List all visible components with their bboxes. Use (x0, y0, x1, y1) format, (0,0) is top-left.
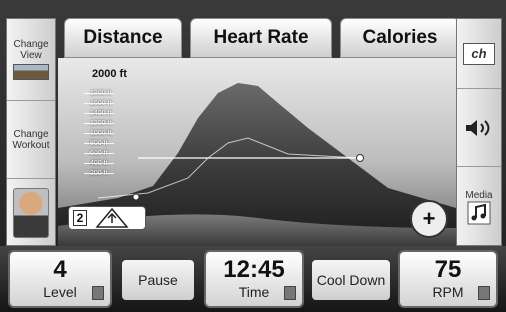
media-button[interactable]: Media (457, 167, 501, 247)
change-workout-button[interactable]: Change Workout (7, 101, 55, 179)
elevation-tick: 1200 ft (84, 118, 114, 128)
terrain-view: 2000 ft 1800 ft 1600 ft 1400 ft 1200 ft … (58, 58, 456, 246)
tab-distance[interactable]: Distance (64, 18, 182, 58)
media-label: Media (465, 189, 493, 201)
elevation-tick: 1800 ft (84, 88, 114, 98)
change-view-button[interactable]: Change View (7, 19, 55, 101)
keypad-icon (284, 286, 296, 300)
console-frame: Distance Heart Rate Calories Change View… (0, 0, 506, 312)
elevation-tick: 200 ft (84, 168, 114, 178)
zoom-in-icon: + (422, 206, 436, 231)
volume-button[interactable] (457, 89, 501, 167)
level-value: 4 (53, 256, 67, 283)
elevation-tick: 1000 ft (84, 128, 114, 138)
user-avatar-button[interactable] (7, 179, 55, 247)
elevation-tick: 1600 ft (84, 98, 114, 108)
cool-down-button[interactable]: Cool Down (312, 260, 390, 300)
zoom-in-button[interactable]: + (410, 200, 448, 238)
elevation-tick: 1400 ft (84, 108, 114, 118)
avatar (13, 188, 49, 238)
elevation-max-label: 2000 ft (92, 68, 127, 80)
elevation-tick: 800 ft (84, 138, 114, 148)
workout-level-number: 2 (73, 210, 87, 226)
channel-button[interactable]: ch (457, 19, 501, 89)
channel-icon: ch (463, 42, 495, 65)
rpm-value: 75 (434, 256, 462, 283)
workout-level-badge[interactable]: 2 (68, 206, 146, 230)
incline-warning-icon (95, 207, 129, 228)
time-value: 12:45 (223, 256, 285, 283)
right-panel: ch Media (456, 18, 502, 246)
level-display[interactable]: 4 Level (8, 250, 112, 308)
rpm-display[interactable]: 75 RPM (398, 250, 498, 308)
bottom-bar: 4 Level Pause 12:45 Time Cool Down 75 RP… (0, 246, 506, 312)
elevation-tick: 400 ft (84, 158, 114, 168)
change-view-label: Change View (13, 39, 49, 61)
time-display[interactable]: 12:45 Time (204, 250, 304, 308)
mountain-thumbnail-icon (13, 64, 49, 80)
left-panel: Change View Change Workout (6, 18, 56, 246)
tab-calories[interactable]: Calories (340, 18, 460, 58)
music-note-icon (467, 201, 491, 224)
pause-button[interactable]: Pause (122, 260, 194, 300)
volume-icon (466, 119, 490, 136)
keypad-icon (478, 286, 490, 300)
keypad-icon (92, 286, 104, 300)
tab-heart-rate[interactable]: Heart Rate (190, 18, 332, 58)
change-workout-label: Change Workout (12, 128, 50, 151)
elevation-tick: 600 ft (84, 148, 114, 158)
